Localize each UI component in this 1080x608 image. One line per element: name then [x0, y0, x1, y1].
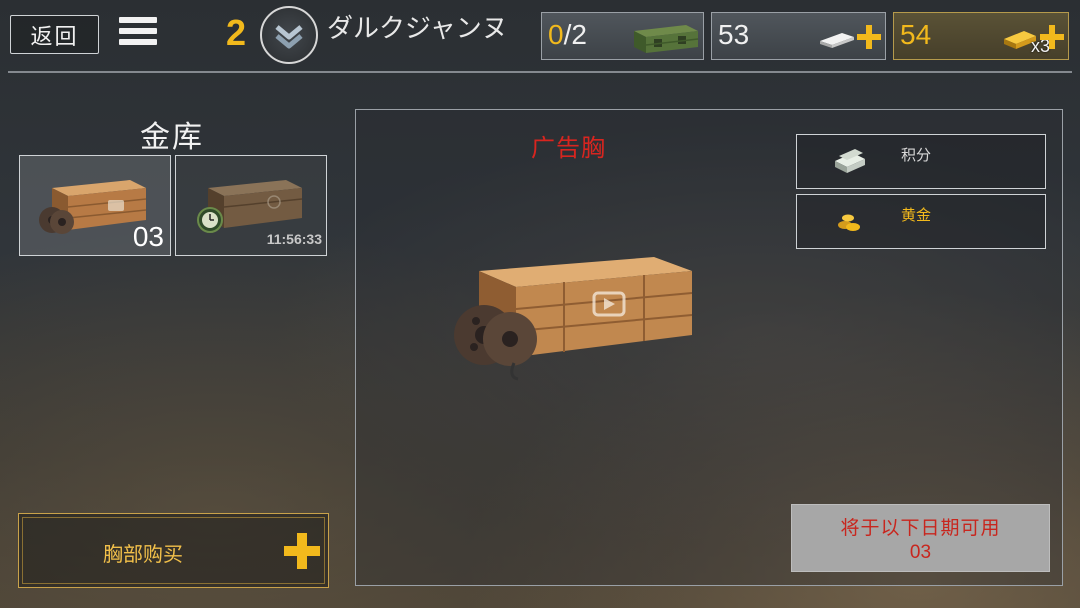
gold-coins-icon	[838, 214, 860, 231]
top-divider	[8, 71, 1072, 73]
cash-stack-icon	[835, 149, 865, 173]
rank-level: 2	[226, 12, 247, 53]
vault-slot-timed-crate[interactable]: 11:56:33	[175, 155, 327, 256]
add-gold-icon[interactable]	[1040, 25, 1064, 49]
silver-bar-icon	[820, 33, 854, 48]
gold-counter[interactable]: 54 x3	[893, 12, 1069, 60]
available-count: 03	[909, 542, 932, 563]
reward-gold-label: 黄金	[901, 206, 932, 224]
ammo-crate-icon	[634, 25, 699, 53]
ad-chest-image	[454, 257, 693, 381]
player-name: ダルクジャンヌ	[327, 14, 508, 44]
gold-value: 54	[900, 19, 932, 50]
available-date-button[interactable]: 将于以下日期可用 03	[791, 504, 1050, 572]
reward-points: 积分	[796, 134, 1046, 189]
ad-crate-count: 03	[132, 221, 164, 252]
menu-icon[interactable]	[119, 17, 157, 52]
available-date-label: 将于以下日期可用	[840, 517, 1001, 539]
crate-counter[interactable]: 0/2	[541, 12, 704, 60]
reward-points-label: 积分	[901, 146, 932, 164]
silver-counter[interactable]: 53	[711, 12, 886, 60]
vault-slot-ad-crate[interactable]: 03	[19, 155, 171, 256]
chest-detail-panel: 广告胸 积分 黄金 将于以下日期可用 03	[355, 109, 1063, 586]
silver-value: 53	[718, 19, 750, 50]
top-bar: 返回 2 ダルクジャンヌ 0/2 53 54 x3	[0, 0, 1080, 73]
back-button[interactable]: 返回	[10, 15, 99, 54]
timed-crate-timer: 11:56:33	[266, 231, 322, 247]
crate-count: 0/2	[548, 19, 587, 50]
chest-title: 广告胸	[531, 134, 606, 162]
buy-chest-button[interactable]: 胸部购买	[18, 513, 329, 588]
rank-chevron-icon[interactable]	[260, 6, 318, 64]
reward-gold: 黄金	[796, 194, 1046, 249]
vault-title: 金库	[140, 120, 204, 155]
add-silver-icon[interactable]	[857, 25, 881, 49]
plus-icon	[284, 533, 320, 569]
buy-chest-label: 胸部购买	[103, 542, 183, 566]
